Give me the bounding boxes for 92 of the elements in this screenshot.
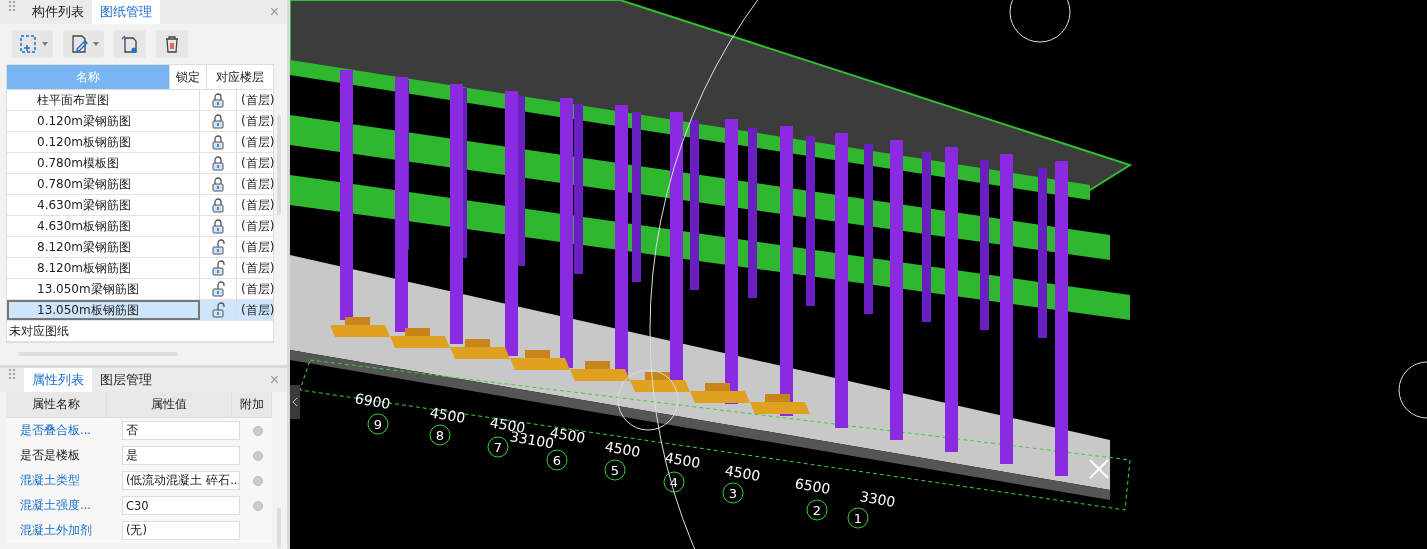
axis-number: 9 xyxy=(367,413,389,435)
drawing-name: 0.780m梁钢筋图 xyxy=(7,174,200,194)
dimension-label: 4500 xyxy=(603,438,642,461)
drawing-name: 8.120m梁钢筋图 xyxy=(7,237,200,257)
unmatched-drawings-row[interactable]: 未对应图纸 xyxy=(9,322,69,340)
column-header: 附加 xyxy=(232,392,272,417)
unlock-icon[interactable] xyxy=(210,281,226,297)
caret-icon xyxy=(93,42,99,46)
attach-radio[interactable] xyxy=(253,450,263,461)
floor-cell-text: (首层) xyxy=(240,133,275,151)
delete-button[interactable] xyxy=(156,30,188,58)
drawing-row[interactable]: 8.120m板钢筋图 (首层) xyxy=(7,258,273,279)
collapse-panel-button[interactable] xyxy=(290,385,300,419)
property-value-field[interactable]: (低流动混凝土 碎石... xyxy=(122,471,240,490)
floor-cell-text: (首层) xyxy=(240,217,275,235)
drawing-row[interactable]: 8.120m梁钢筋图 (首层) xyxy=(7,237,273,258)
drawing-row[interactable]: 0.780m梁钢筋图 (首层) xyxy=(7,174,273,195)
axis-number: 2 xyxy=(806,499,828,521)
drawing-row[interactable]: 4.630m板钢筋图 (首层) xyxy=(7,216,273,237)
column-header: 属性名称 xyxy=(6,392,107,417)
property-name: 混凝土类型 xyxy=(19,473,81,488)
axis-number: 6 xyxy=(546,449,568,471)
attach-radio[interactable] xyxy=(253,475,263,486)
dimension-label: 4500 xyxy=(663,449,702,472)
floor-cell-text: (首层) xyxy=(240,238,275,256)
lock-icon[interactable] xyxy=(210,113,226,129)
drawing-name: 柱平面布置图 xyxy=(7,90,200,110)
floor-cell-text: (首层) xyxy=(240,259,275,277)
panel-tab[interactable]: 构件列表 xyxy=(24,0,92,24)
column-header[interactable]: 锁定 xyxy=(170,65,207,89)
lock-icon[interactable] xyxy=(210,134,226,150)
drawing-name: 4.630m板钢筋图 xyxy=(7,216,200,236)
column-header: 属性值 xyxy=(107,392,232,417)
drawing-row[interactable]: 0.120m梁钢筋图 (首层) xyxy=(7,111,273,132)
floor-cell-text: (首层) xyxy=(240,112,275,130)
axis-number: 8 xyxy=(429,424,451,446)
edit-button[interactable] xyxy=(63,30,104,58)
dimension-label: 4500 xyxy=(428,404,467,427)
attach-radio[interactable] xyxy=(253,425,263,436)
dimension-label: 6500 xyxy=(793,475,832,498)
drawing-row[interactable]: 0.120m板钢筋图 (首层) xyxy=(7,132,273,153)
dimension-label: 6900 xyxy=(353,390,392,413)
panel-tab[interactable]: 图纸管理 xyxy=(92,0,160,24)
chevron-left-icon xyxy=(292,397,298,407)
lock-icon[interactable] xyxy=(210,218,226,234)
drawing-name: 8.120m板钢筋图 xyxy=(7,258,200,278)
property-value-field[interactable]: 否 xyxy=(122,421,240,440)
property-name: 是否是楼板 xyxy=(19,448,81,463)
axis-number: 7 xyxy=(487,436,509,458)
drawing-name: 4.630m梁钢筋图 xyxy=(7,195,200,215)
dimension-label: 4500 xyxy=(723,462,762,485)
drawing-name: 0.120m板钢筋图 xyxy=(7,132,200,152)
unlock-icon[interactable] xyxy=(210,239,226,255)
property-name: 是否叠合板... xyxy=(19,423,92,438)
property-name: 混凝土强度... xyxy=(19,498,92,513)
axis-number: 5 xyxy=(604,459,626,481)
attach-radio[interactable] xyxy=(253,500,263,511)
unlock-icon[interactable] xyxy=(210,260,226,276)
unlock-icon[interactable] xyxy=(210,302,226,318)
axis-number: 1 xyxy=(847,507,869,529)
floor-cell-text: (首层) xyxy=(240,196,275,214)
floor-cell-text: (首层) xyxy=(240,301,275,319)
drawing-name: 0.120m梁钢筋图 xyxy=(7,111,200,131)
floor-cell-text: (首层) xyxy=(240,175,275,193)
drawing-row[interactable]: 4.630m梁钢筋图 (首层) xyxy=(7,195,273,216)
floor-cell-text: (首层) xyxy=(240,91,275,109)
caret-icon xyxy=(42,42,48,46)
panel-tab[interactable]: 属性列表 xyxy=(24,368,92,392)
panel-tab[interactable]: 图层管理 xyxy=(92,368,160,392)
drawing-row[interactable]: 0.780m模板图 (首层) xyxy=(7,153,273,174)
axis-number: 3 xyxy=(722,482,744,504)
lock-icon[interactable] xyxy=(210,176,226,192)
copy-button[interactable] xyxy=(114,30,146,58)
drawing-row[interactable]: 柱平面布置图 (首层) xyxy=(7,90,273,111)
column-header[interactable]: 对应楼层 xyxy=(207,65,273,89)
add-page-icon xyxy=(17,33,39,55)
drawing-name: 13.050m梁钢筋图 xyxy=(7,279,200,299)
lock-icon[interactable] xyxy=(210,155,226,171)
property-name: 混凝土外加剂 xyxy=(19,523,93,538)
drawing-name: 0.780m模板图 xyxy=(7,153,200,173)
lock-icon[interactable] xyxy=(210,92,226,108)
axis-number: 4 xyxy=(663,471,685,493)
floor-cell-text: (首层) xyxy=(240,154,275,172)
add-button[interactable] xyxy=(12,30,53,58)
cross-marker-icon xyxy=(1089,459,1109,479)
lock-icon[interactable] xyxy=(210,197,226,213)
floor-cell-text: (首层) xyxy=(240,280,275,298)
drawing-name: 13.050m板钢筋图 xyxy=(7,300,200,320)
property-value-field[interactable]: 是 xyxy=(122,446,240,465)
drawing-row[interactable]: 13.050m板钢筋图 (首层) xyxy=(7,300,273,321)
property-value-field[interactable]: (无) xyxy=(122,521,240,540)
property-value-field[interactable]: C30 xyxy=(122,496,240,515)
